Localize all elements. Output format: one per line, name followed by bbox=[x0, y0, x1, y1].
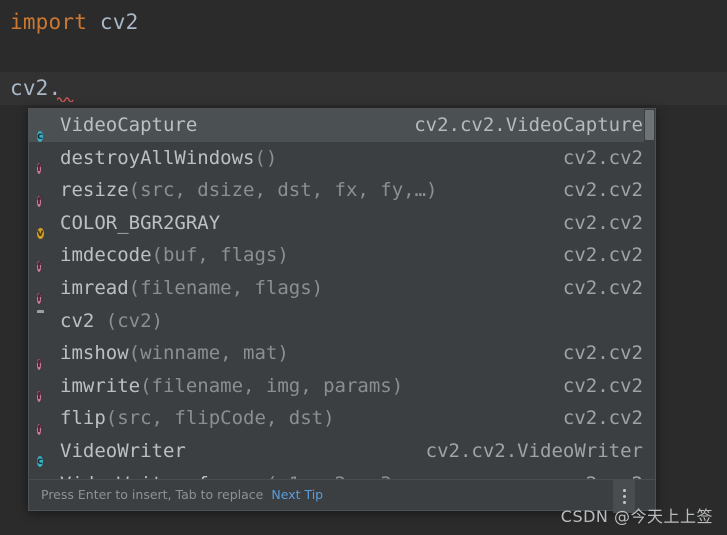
completion-item[interactable]: f flip(src, flipCode, dst) cv2.cv2 bbox=[29, 402, 655, 435]
package-icon bbox=[37, 312, 53, 328]
completion-item[interactable]: f imread(filename, flags) cv2.cv2 bbox=[29, 272, 655, 305]
completion-item-name: VideoWriter bbox=[60, 440, 186, 463]
completion-item-qualifier: cv2.cv2 bbox=[562, 407, 643, 430]
function-icon: f bbox=[37, 345, 53, 370]
csdn-watermark: CSDN @今天上上签 bbox=[560, 507, 713, 526]
completion-scrollbar-thumb[interactable] bbox=[645, 110, 654, 140]
import-module-name: cv2 bbox=[99, 10, 139, 34]
badge-glyph: f bbox=[37, 391, 42, 403]
completion-scrollbar[interactable] bbox=[644, 109, 655, 480]
variable-icon: v bbox=[37, 214, 53, 240]
badge-glyph: f bbox=[37, 195, 42, 207]
function-icon: f bbox=[37, 377, 53, 403]
completion-item-name: flip bbox=[60, 407, 106, 430]
completion-item-qualifier: cv2.cv2 bbox=[562, 179, 643, 202]
completion-item[interactable]: f resize(src, dsize, dst, fx, fy,…) cv2.cv… bbox=[29, 174, 655, 207]
completion-item-qualifier: cv2.cv2.VideoCapture bbox=[414, 114, 643, 136]
completion-item-qualifier: cv2.cv2 bbox=[562, 211, 643, 234]
code-line-import: import cv2 bbox=[0, 6, 727, 39]
completion-item-params: (src, dsize, dst, fx, fy,…) bbox=[128, 179, 438, 202]
code-editor[interactable]: import cv2 cv2. c VideoCapture cv2.cv2.Vid… bbox=[0, 0, 727, 535]
completion-item-params: (buf, flags) bbox=[151, 244, 289, 267]
completion-item-name: imdecode bbox=[60, 244, 152, 267]
completion-item-name: imshow bbox=[60, 342, 129, 365]
completion-item-name: imread bbox=[60, 277, 129, 300]
completion-item-qualifier: cv2.cv2 bbox=[562, 244, 643, 267]
completion-item-qualifier: cv2.cv2 bbox=[562, 276, 643, 299]
completion-item-params: (cv2) bbox=[94, 309, 163, 332]
completion-item-qualifier: cv2.cv2 bbox=[562, 374, 643, 397]
completion-item-name: VideoCapture bbox=[60, 114, 198, 137]
badge-glyph: f bbox=[37, 358, 42, 370]
completion-item-qualifier: cv2.cv2 bbox=[562, 342, 643, 365]
function-icon: f bbox=[37, 247, 53, 272]
completion-item-params: (filename, flags) bbox=[128, 277, 324, 300]
error-squiggle-icon bbox=[57, 96, 74, 102]
completion-hint-text: Press Enter to insert, Tab to replace bbox=[41, 487, 264, 502]
class-icon: c bbox=[37, 442, 53, 468]
completion-item[interactable]: c VideoCapture cv2.cv2.VideoCapture bbox=[29, 109, 655, 142]
completion-item-list[interactable]: c VideoCapture cv2.cv2.VideoCapture f destro… bbox=[29, 109, 655, 480]
badge-glyph: f bbox=[37, 293, 42, 305]
class-icon: c bbox=[37, 117, 53, 142]
completion-item[interactable]: cv2 (cv2) bbox=[29, 305, 655, 338]
completion-item-name: destroyAllWindows bbox=[60, 146, 255, 169]
completion-item-name: imwrite bbox=[60, 374, 141, 397]
import-keyword: import bbox=[10, 10, 88, 34]
badge-glyph: f bbox=[37, 260, 42, 272]
badge-glyph: v bbox=[37, 228, 44, 240]
completion-item[interactable]: v COLOR_BGR2GRAY cv2.cv2 bbox=[29, 207, 655, 240]
next-tip-link[interactable]: Next Tip bbox=[271, 487, 323, 502]
completion-item-params: (filename, img, params) bbox=[140, 374, 404, 397]
completion-item-name: COLOR_BGR2GRAY bbox=[60, 211, 221, 234]
badge-glyph: c bbox=[37, 456, 43, 468]
completion-item-name: cv2 bbox=[60, 309, 95, 332]
completion-item-qualifier: cv2.cv2.VideoWriter bbox=[425, 439, 643, 462]
completion-item-name: resize bbox=[60, 179, 129, 202]
badge-glyph: c bbox=[37, 130, 43, 142]
completion-item[interactable]: f imdecode(buf, flags) cv2.cv2 bbox=[29, 239, 655, 272]
function-icon: f bbox=[37, 182, 53, 207]
completion-item[interactable]: f imshow(winname, mat) cv2.cv2 bbox=[29, 337, 655, 370]
code-completion-popup[interactable]: c VideoCapture cv2.cv2.VideoCapture f destro… bbox=[28, 108, 656, 511]
completion-item-qualifier: cv2.cv2 bbox=[562, 146, 643, 169]
completion-item-params: (src, flipCode, dst) bbox=[105, 407, 335, 430]
badge-glyph: f bbox=[37, 423, 42, 435]
function-icon: f bbox=[37, 410, 53, 435]
completion-item[interactable]: f imwrite(filename, img, params) cv2.cv2 bbox=[29, 370, 655, 403]
badge-glyph: f bbox=[37, 163, 42, 175]
code-line-current[interactable]: cv2. bbox=[0, 72, 727, 105]
function-icon: f bbox=[37, 279, 53, 305]
more-dot-2 bbox=[622, 494, 626, 498]
completion-item-params: (winname, mat) bbox=[128, 342, 289, 365]
current-line-text: cv2. bbox=[10, 76, 62, 100]
completion-item[interactable]: c VideoWriter cv2.cv2.VideoWriter bbox=[29, 435, 655, 468]
completion-item-params: () bbox=[254, 146, 278, 169]
more-dot-1 bbox=[622, 488, 626, 492]
completion-item[interactable]: f destroyAllWindows() cv2.cv2 bbox=[29, 142, 655, 175]
function-icon: f bbox=[37, 149, 53, 175]
